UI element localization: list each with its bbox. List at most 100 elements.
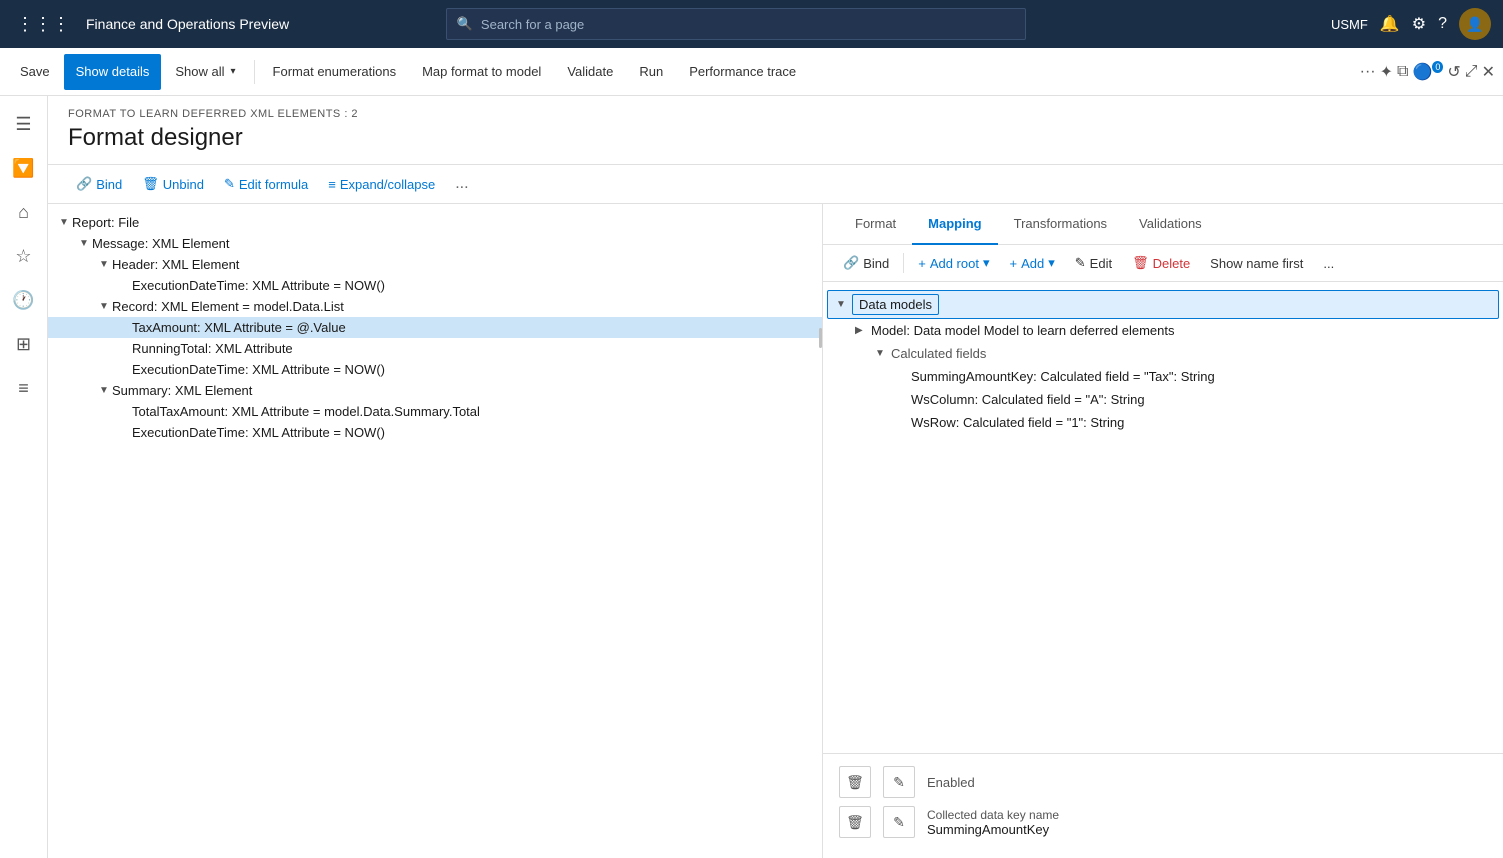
tab-transformations[interactable]: Transformations — [998, 204, 1123, 245]
search-placeholder: Search for a page — [481, 17, 584, 32]
dm-node-calcfields[interactable]: ▼ Calculated fields — [823, 342, 1503, 365]
delete-label: Delete — [1153, 256, 1191, 271]
nav-right: USMF 🔔 ⚙ ? 👤 — [1331, 8, 1491, 40]
delete-button[interactable]: 🗑 Delete — [1124, 251, 1198, 275]
add-button[interactable]: + Add ▾ — [1002, 251, 1063, 275]
notification-icon[interactable]: 🔔 — [1380, 14, 1400, 34]
tree-label-taxamount: TaxAmount: XML Attribute = @.Value — [132, 320, 346, 335]
avatar[interactable]: 👤 — [1459, 8, 1491, 40]
tree-arrow-header[interactable]: ▼ — [96, 259, 112, 270]
tree-node-execdt2[interactable]: ExecutionDateTime: XML Attribute = NOW() — [48, 359, 822, 380]
collected-delete-button[interactable]: 🗑 — [839, 806, 871, 838]
mapping-toolbar: 🔗 Bind + Add root ▾ + Add ▾ — [823, 245, 1503, 282]
search-bar[interactable]: 🔍 Search for a page — [446, 8, 1026, 40]
sidebar-item-list[interactable]: ≡ — [4, 368, 44, 408]
map-format-to-model-button[interactable]: Map format to model — [410, 54, 553, 90]
bind-button[interactable]: 🔗 Bind — [68, 172, 130, 196]
help-icon[interactable]: ? — [1438, 15, 1447, 33]
unbind-button[interactable]: 🗑 Unbind — [134, 172, 212, 196]
sidebar-item-star[interactable]: ☆ — [4, 236, 44, 276]
tree-arrow-message[interactable]: ▼ — [76, 238, 92, 249]
mapping-bind-button[interactable]: 🔗 Bind — [835, 251, 897, 275]
more-mapping-btn[interactable]: ... — [1315, 252, 1342, 275]
dm-label-calcfields: Calculated fields — [891, 346, 986, 361]
split-pane: ▼ Report: File ▼ Message: XML Element ▼ … — [48, 204, 1503, 858]
expand-collapse-label: Expand/collapse — [340, 177, 435, 192]
dm-node-wsrow[interactable]: WsRow: Calculated field = "1": String — [823, 411, 1503, 434]
page-header: FORMAT TO LEARN DEFERRED XML ELEMENTS : … — [48, 96, 1503, 165]
save-button[interactable]: Save — [8, 54, 62, 90]
sidebar-item-home[interactable]: ⌂ — [4, 192, 44, 232]
tree-node-record[interactable]: ▼ Record: XML Element = model.Data.List — [48, 296, 822, 317]
add-root-caret: ▾ — [983, 255, 990, 271]
delete-icon: 🗑 — [1132, 255, 1149, 271]
tree-node-summary[interactable]: ▼ Summary: XML Element — [48, 380, 822, 401]
tree-node-message[interactable]: ▼ Message: XML Element — [48, 233, 822, 254]
enabled-delete-button[interactable]: 🗑 — [839, 766, 871, 798]
dm-label-wsrow: WsRow: Calculated field = "1": String — [911, 415, 1124, 430]
validate-button[interactable]: Validate — [555, 54, 625, 90]
refresh-icon[interactable]: ↺ — [1447, 62, 1460, 82]
enabled-edit-button[interactable]: ✎ — [883, 766, 915, 798]
dm-node-model[interactable]: ▶ Model: Data model Model to learn defer… — [823, 319, 1503, 342]
sidebar-item-menu[interactable]: ☰ — [4, 104, 44, 144]
layout-icon[interactable]: ⧉ — [1397, 63, 1408, 81]
settings-icon[interactable]: ⚙ — [1412, 14, 1426, 34]
run-button[interactable]: Run — [627, 54, 675, 90]
close-icon[interactable]: ✕ — [1482, 62, 1495, 82]
bottom-panel: 🗑 ✎ Enabled 🗑 ✎ Collected data key name … — [823, 753, 1503, 858]
dm-arrow-model[interactable]: ▶ — [855, 325, 871, 336]
tree-label-totaltax: TotalTaxAmount: XML Attribute = model.Da… — [132, 404, 480, 419]
show-details-button[interactable]: Show details — [64, 54, 162, 90]
bind-label: Bind — [96, 177, 122, 192]
tree-label-runningtotal: RunningTotal: XML Attribute — [132, 341, 293, 356]
collected-key-info: Collected data key name SummingAmountKey — [927, 808, 1059, 837]
expand-icon[interactable]: ⤢ — [1465, 63, 1478, 81]
pin-icon[interactable]: ✦ — [1380, 62, 1393, 82]
tree-node-execdt1[interactable]: ExecutionDateTime: XML Attribute = NOW() — [48, 275, 822, 296]
tree-arrow-report[interactable]: ▼ — [56, 217, 72, 228]
mapping-bind-label: Bind — [863, 256, 889, 271]
more-actions-button[interactable]: ... — [447, 171, 476, 197]
dm-arrow-calcfields[interactable]: ▼ — [875, 348, 891, 359]
edit-formula-button[interactable]: ✎ Edit formula — [216, 172, 316, 196]
show-all-button[interactable]: Show all ▾ — [163, 54, 247, 90]
sidebar-item-grid[interactable]: ⊞ — [4, 324, 44, 364]
nav-grid-icon[interactable]: ⋮⋮⋮ — [12, 10, 74, 39]
tab-format[interactable]: Format — [839, 204, 912, 245]
tree-arrow-record[interactable]: ▼ — [96, 301, 112, 312]
tab-validations[interactable]: Validations — [1123, 204, 1218, 245]
sidebar-item-filter[interactable]: 🔽 — [4, 148, 44, 188]
dm-node-root[interactable]: ▼ Data models — [827, 290, 1499, 319]
dm-node-summing[interactable]: SummingAmountKey: Calculated field = "Ta… — [823, 365, 1503, 388]
tree-node-taxamount[interactable]: TaxAmount: XML Attribute = @.Value — [48, 317, 822, 338]
dm-arrow-root[interactable]: ▼ — [836, 299, 852, 310]
edit-label: Edit — [1090, 256, 1112, 271]
separator-1 — [254, 60, 255, 84]
collected-edit-button[interactable]: ✎ — [883, 806, 915, 838]
more-icon[interactable]: ··· — [1360, 63, 1376, 81]
tree-node-header[interactable]: ▼ Header: XML Element — [48, 254, 822, 275]
sep1 — [903, 253, 904, 273]
tree-node-report[interactable]: ▼ Report: File — [48, 212, 822, 233]
tree-node-execdt3[interactable]: ExecutionDateTime: XML Attribute = NOW() — [48, 422, 822, 443]
tab-mapping[interactable]: Mapping — [912, 204, 997, 245]
unbind-label: Unbind — [163, 177, 204, 192]
tree-node-runningtotal[interactable]: RunningTotal: XML Attribute — [48, 338, 822, 359]
format-enumerations-button[interactable]: Format enumerations — [261, 54, 409, 90]
dm-node-wscolumn[interactable]: WsColumn: Calculated field = "A": String — [823, 388, 1503, 411]
performance-trace-button[interactable]: Performance trace — [677, 54, 808, 90]
edit-button[interactable]: ✎ Edit — [1067, 251, 1120, 275]
tree-node-totaltax[interactable]: TotalTaxAmount: XML Attribute = model.Da… — [48, 401, 822, 422]
page-title: Format designer — [68, 124, 1483, 152]
tree-arrow-summary[interactable]: ▼ — [96, 385, 112, 396]
badge-icon[interactable]: 🔵0 — [1412, 62, 1443, 82]
sidebar-item-recent[interactable]: 🕐 — [4, 280, 44, 320]
mapping-tabs: Format Mapping Transformations Validatio… — [823, 204, 1503, 245]
show-all-label: Show all — [175, 64, 224, 79]
add-root-button[interactable]: + Add root ▾ — [910, 251, 997, 275]
expand-collapse-button[interactable]: ≡ Expand/collapse — [320, 173, 443, 196]
add-root-label: Add root — [930, 256, 979, 271]
show-name-first-button[interactable]: Show name first — [1202, 252, 1311, 275]
more-actions-icon: ... — [455, 175, 468, 193]
